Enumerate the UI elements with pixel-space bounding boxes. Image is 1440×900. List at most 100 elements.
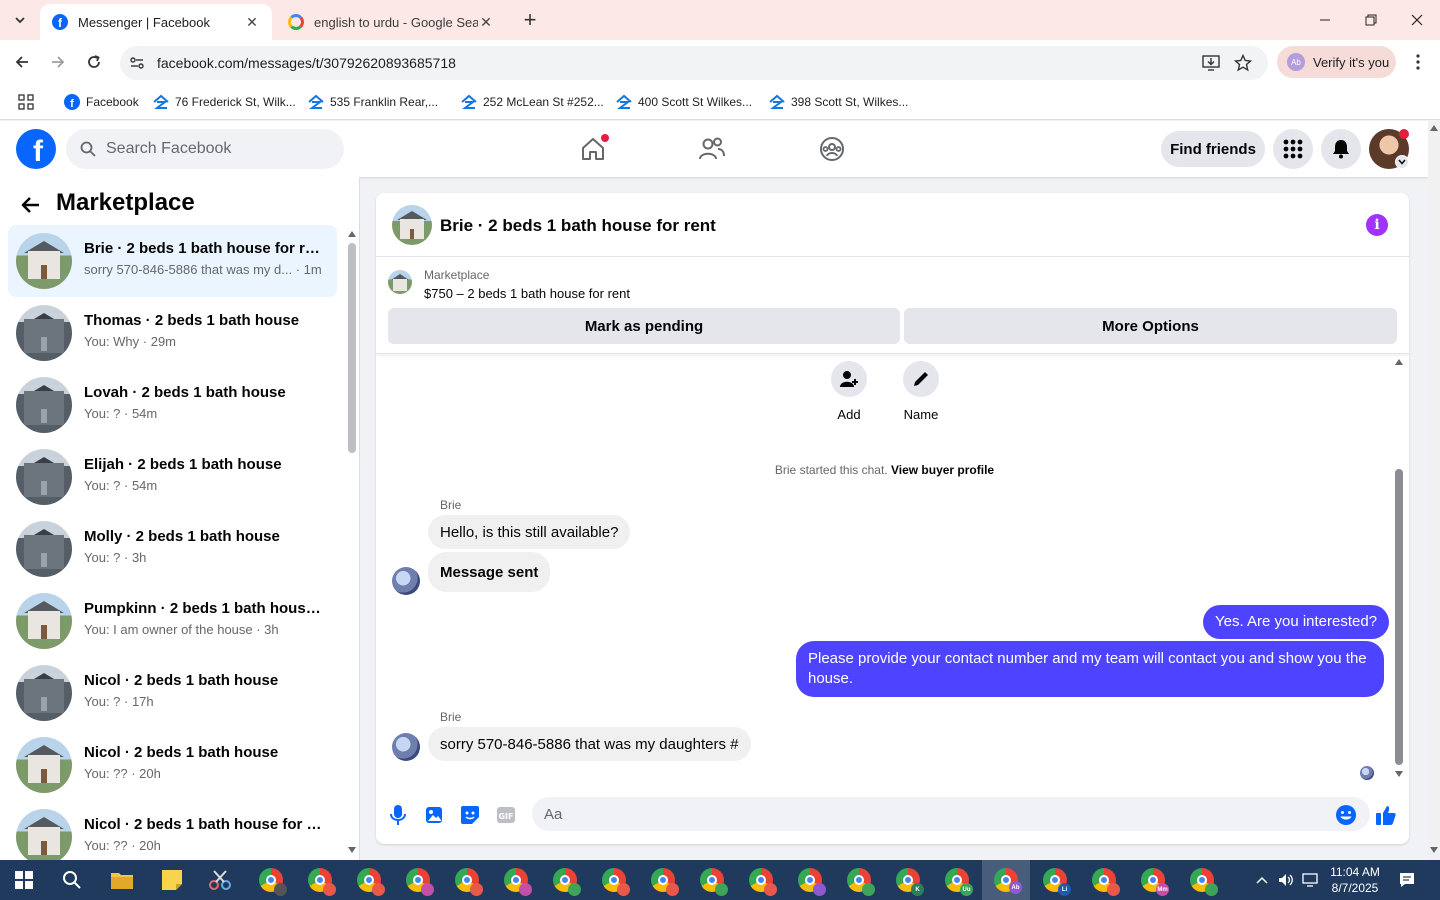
restore-button[interactable] (1348, 0, 1394, 40)
more-options-button[interactable]: More Options (904, 308, 1397, 344)
scroll-up-icon[interactable] (1395, 359, 1403, 365)
chrome-profile-13[interactable] (845, 866, 875, 896)
listing-thumbnail[interactable] (392, 205, 432, 245)
conversation-item[interactable]: Nicol · 2 beds 1 bath house You: ? · 17h (8, 657, 337, 729)
start-button[interactable] (10, 866, 38, 894)
mark-as-pending-button[interactable]: Mark as pending (388, 308, 900, 344)
notification-center-icon[interactable] (1399, 872, 1415, 888)
chrome-profile-7[interactable] (551, 866, 581, 896)
conversation-item[interactable]: Lovah · 2 beds 1 bath house You: ? · 54m (8, 369, 337, 441)
chrome-profile-12[interactable] (796, 866, 826, 896)
notifications-button[interactable] (1321, 129, 1361, 169)
verify-identity-chip[interactable]: Ab Verify it's you (1277, 46, 1396, 78)
gif-icon[interactable]: GIF (494, 803, 518, 827)
close-icon[interactable]: ✕ (478, 14, 494, 30)
facebook-search[interactable]: Search Facebook (66, 129, 344, 169)
close-icon[interactable]: ✕ (244, 14, 260, 30)
message-input[interactable] (532, 797, 1370, 831)
chrome-profile-9[interactable] (649, 866, 679, 896)
tab-search-button[interactable] (8, 8, 32, 32)
scroll-up-icon[interactable] (348, 231, 356, 237)
chat-title[interactable]: Brie · 2 beds 1 bath house for rent (440, 216, 716, 236)
chrome-profile-4[interactable] (404, 866, 434, 896)
listing-price[interactable]: $750 – 2 beds 1 bath house for rent (424, 286, 630, 301)
back-button[interactable] (8, 48, 36, 76)
bookmark-535-franklin[interactable]: 535 Franklin Rear,... (308, 92, 438, 112)
name-action[interactable]: Name (891, 361, 951, 422)
bookmark-400-scott[interactable]: 400 Scott St Wilkes... (616, 92, 752, 112)
chrome-profile-6[interactable] (502, 866, 532, 896)
scrollbar-thumb[interactable] (1395, 469, 1403, 765)
snipping-tool-icon[interactable] (206, 866, 234, 894)
profile-avatar[interactable] (1369, 129, 1409, 169)
facebook-logo[interactable]: f (16, 129, 56, 169)
chrome-profile-3[interactable] (355, 866, 385, 896)
file-explorer-icon[interactable] (108, 866, 136, 894)
volume-icon[interactable] (1278, 872, 1294, 888)
menu-button[interactable] (1273, 129, 1313, 169)
conversation-item[interactable]: Pumpkinn · 2 beds 1 bath house ... You: … (8, 585, 337, 657)
scroll-up-icon[interactable] (1430, 125, 1438, 131)
browser-menu-button[interactable] (1408, 52, 1428, 72)
page-scrollbar[interactable] (1428, 121, 1440, 860)
scroll-down-icon[interactable] (1430, 847, 1438, 853)
minimize-button[interactable] (1302, 0, 1348, 40)
scroll-down-icon[interactable] (348, 847, 356, 853)
sticky-notes-icon[interactable] (158, 866, 186, 894)
like-icon[interactable] (1374, 803, 1398, 827)
conversation-item[interactable]: Nicol · 2 beds 1 bath house for r... You… (8, 801, 337, 860)
sender-avatar[interactable] (392, 733, 420, 761)
chrome-profile-mm[interactable]: Mm (1139, 866, 1169, 896)
system-clock[interactable]: 11:04 AM 8/7/2025 (1330, 864, 1380, 896)
sticker-icon[interactable] (458, 803, 482, 827)
sidebar-scrollbar[interactable] (345, 227, 359, 860)
info-icon[interactable]: i (1366, 214, 1388, 236)
install-app-icon[interactable] (1202, 54, 1220, 72)
chrome-profile-14[interactable] (1090, 866, 1120, 896)
photo-icon[interactable] (422, 803, 446, 827)
microphone-icon[interactable] (386, 803, 410, 827)
taskbar-search-button[interactable] (58, 866, 86, 894)
chrome-profile-li[interactable]: Li (1041, 866, 1071, 896)
scrollbar-thumb[interactable] (348, 243, 356, 453)
apps-button[interactable] (18, 92, 34, 112)
chrome-profile-1[interactable] (257, 866, 287, 896)
conversation-item[interactable]: Brie · 2 beds 1 bath house for rent sorr… (8, 225, 337, 297)
tab-messenger[interactable]: f Messenger | Facebook ✕ (40, 4, 272, 40)
sender-avatar[interactable] (392, 567, 420, 595)
address-bar[interactable]: facebook.com/messages/t/3079262089368571… (120, 46, 1268, 80)
reload-button[interactable] (80, 48, 108, 76)
chrome-profile-ab-active[interactable]: Ab (982, 860, 1030, 900)
bookmark-252-mclean[interactable]: 252 McLean St #252... (461, 92, 604, 112)
conversation-item[interactable]: Molly · 2 beds 1 bath house You: ? · 3h (8, 513, 337, 585)
new-tab-button[interactable]: + (518, 7, 542, 32)
find-friends-button[interactable]: Find friends (1161, 131, 1265, 167)
nav-friends[interactable] (692, 129, 732, 169)
add-person-action[interactable]: Add (819, 361, 879, 422)
back-button[interactable] (18, 192, 44, 218)
chrome-profile-8[interactable] (600, 866, 630, 896)
network-icon[interactable] (1302, 872, 1318, 888)
emoji-icon[interactable] (1334, 803, 1358, 827)
bookmark-76-frederick[interactable]: 76 Frederick St, Wilk... (153, 92, 296, 112)
conversation-item[interactable]: Nicol · 2 beds 1 bath house You: ?? · 20… (8, 729, 337, 801)
chrome-profile-2[interactable] (306, 866, 336, 896)
view-buyer-profile-link[interactable]: View buyer profile (891, 463, 994, 477)
nav-groups[interactable] (812, 129, 852, 169)
message-scrollbar[interactable] (1392, 355, 1406, 785)
conversation-item[interactable]: Thomas · 2 beds 1 bath house You: Why · … (8, 297, 337, 369)
chrome-profile-k[interactable]: K (894, 866, 924, 896)
tab-google-search[interactable]: english to urdu - Google Search ✕ (276, 4, 506, 40)
close-window-button[interactable] (1394, 0, 1440, 40)
chrome-profile-uu[interactable]: Uu (943, 866, 973, 896)
conversation-item[interactable]: Elijah · 2 beds 1 bath house You: ? · 54… (8, 441, 337, 513)
forward-button[interactable] (44, 48, 72, 76)
bookmark-star-icon[interactable] (1234, 54, 1252, 72)
scroll-down-icon[interactable] (1395, 771, 1403, 777)
bookmark-398-scott[interactable]: 398 Scott St, Wilkes... (769, 92, 908, 112)
chrome-profile-11[interactable] (747, 866, 777, 896)
bookmark-facebook[interactable]: f Facebook (64, 92, 139, 112)
nav-home[interactable] (573, 129, 613, 169)
chrome-profile-10[interactable] (698, 866, 728, 896)
chrome-profile-5[interactable] (453, 866, 483, 896)
